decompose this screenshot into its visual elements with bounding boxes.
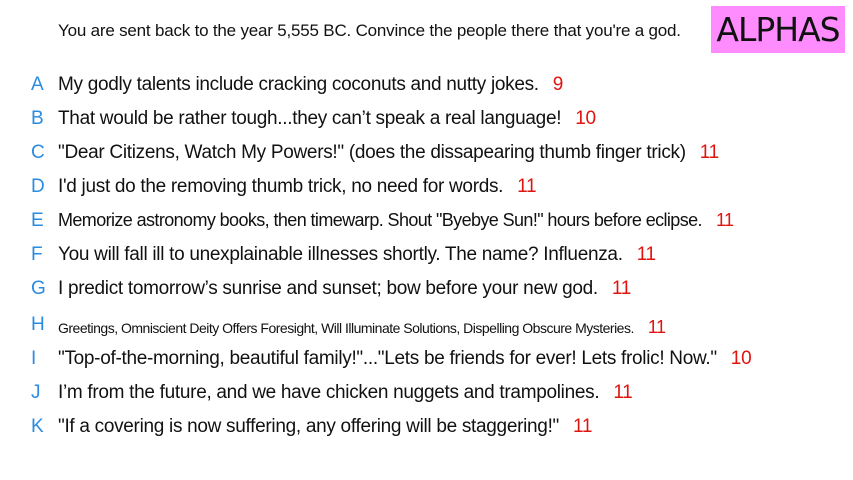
team-badge: ALPHAS xyxy=(711,6,845,53)
answer-letter: I xyxy=(31,348,37,369)
answer-text: You will fall ill to unexplainable illne… xyxy=(58,244,656,265)
answer-score: 11 xyxy=(611,278,632,299)
answer-letter: F xyxy=(31,244,43,265)
answer-score: 11 xyxy=(636,244,656,265)
answer-text: Memorize astronomy books, then timewarp.… xyxy=(58,210,734,230)
answer-text: I’m from the future, and we have chicken… xyxy=(58,382,633,403)
answer-score: 11 xyxy=(573,416,593,437)
answer-score: 11 xyxy=(517,176,537,197)
answer-letter: A xyxy=(31,74,44,95)
answer-text: Greetings, Omniscient Deity Offers Fores… xyxy=(58,317,666,337)
answer-text: "Top-of-the-morning, beautiful family!".… xyxy=(58,348,752,369)
answer-letter: J xyxy=(31,382,41,403)
answer-score: 11 xyxy=(699,142,719,163)
answer-score: 11 xyxy=(613,382,633,403)
answer-text: That would be rather tough...they can’t … xyxy=(58,108,596,129)
answer-letter: D xyxy=(31,176,45,197)
answer-text: My godly talents include cracking coconu… xyxy=(58,74,564,95)
answer-score: 10 xyxy=(730,348,752,369)
answer-text: I predict tomorrow’s sunrise and sunset;… xyxy=(58,278,632,299)
answer-letter: E xyxy=(31,210,44,231)
answer-text: "Dear Citizens, Watch My Powers!" (does … xyxy=(58,142,719,163)
answer-letter: C xyxy=(31,142,45,163)
answer-letter: H xyxy=(31,314,45,335)
answer-text: I'd just do the removing thumb trick, no… xyxy=(58,176,537,197)
answer-letter: G xyxy=(31,278,46,299)
prompt-text: You are sent back to the year 5,555 BC. … xyxy=(58,21,681,40)
answer-score: 9 xyxy=(552,74,564,95)
answer-score: 11 xyxy=(715,210,734,230)
answer-score: 11 xyxy=(647,317,666,337)
answer-letter: B xyxy=(31,108,44,129)
answer-letter: K xyxy=(31,416,44,437)
answer-text: "If a covering is now suffering, any off… xyxy=(58,416,593,437)
answer-score: 10 xyxy=(575,108,596,129)
